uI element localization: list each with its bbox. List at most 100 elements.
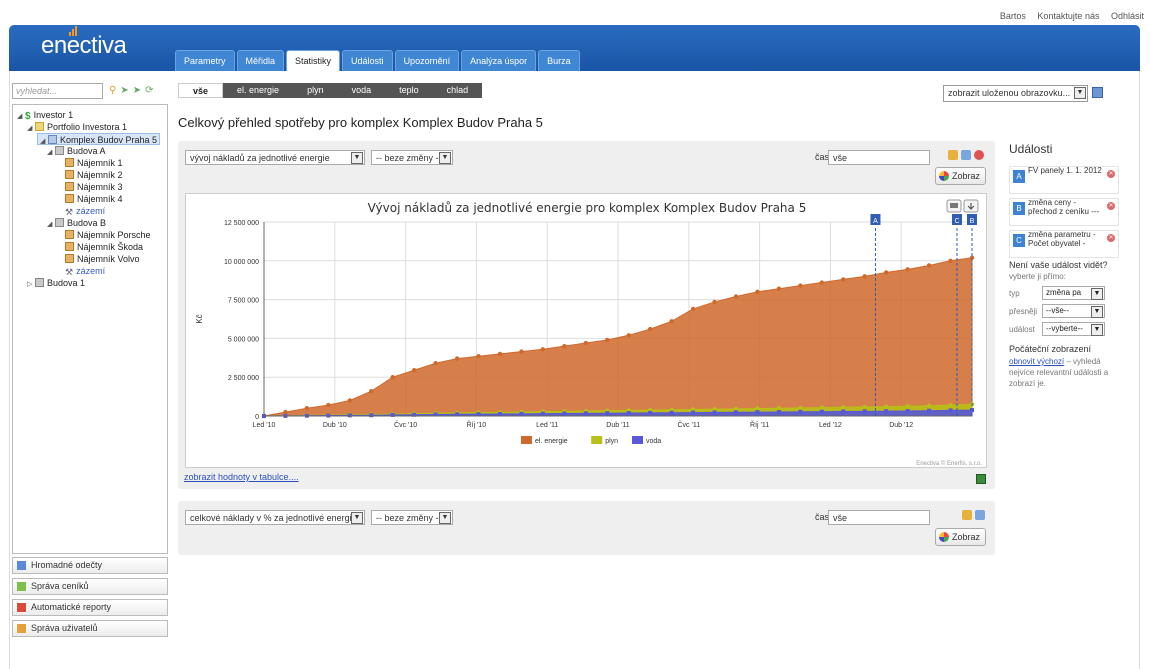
tree-item[interactable]: ⚒ zázemí [65,205,105,217]
tool-icon: ⚒ [65,267,74,277]
tree-item[interactable]: ◢ Portfolio Investora 1 [27,121,127,133]
chart-type-icon[interactable] [961,150,971,160]
edit-icon[interactable] [962,510,972,520]
search-icon[interactable]: ⚲ [109,85,116,96]
refresh-icon[interactable]: ⟳ [145,85,153,96]
tree-item[interactable]: Nájemník Škoda [65,241,143,253]
time-input[interactable]: vše [828,150,930,165]
tenant-icon [65,182,74,191]
tab-burza[interactable]: Burza [538,50,580,71]
expand-arrow-icon[interactable]: ◢ [47,219,55,231]
tree-item[interactable]: Nájemník Porsche [65,229,151,241]
sidebar-button[interactable]: Správa ceníků [12,578,168,595]
show-button[interactable]: Zobraz [935,167,987,185]
show-button-2[interactable]: Zobraz [935,528,987,546]
filter-tab[interactable]: voda [337,83,386,98]
change-select[interactable]: -- beze změny - ▼ [371,150,453,165]
event-item[interactable]: Czměna parametru - Počet obyvatel - ✕ [1009,230,1119,258]
energy-filter-tabs: vše el. energie plyn voda teplo chlad [178,83,483,98]
chart-type-select[interactable]: vývoj nákladů za jednotlivé energie ▼ [185,150,365,165]
tab-měřidla[interactable]: Měřidla [236,50,285,71]
data-point [712,299,717,305]
legend-swatch[interactable] [591,436,603,444]
close-icon[interactable] [974,150,984,160]
data-point [948,258,953,263]
tree-item-label: Budova 1 [47,278,86,288]
search-input[interactable]: vyhledat... [12,83,103,99]
data-point [927,408,932,413]
tree-item[interactable]: Nájemník 2 [65,169,123,181]
change-select-2[interactable]: -- beze změny - ▼ [371,510,453,525]
tenant-icon [65,170,74,179]
legend-label[interactable]: plyn [605,438,618,445]
data-point [819,280,825,285]
expand-arrow-icon[interactable]: ◢ [17,111,25,123]
tree-item[interactable]: ◢ $ Investor 1 [17,109,73,123]
data-point [841,277,846,282]
tree-item[interactable]: ⚒ zázemí [65,265,105,277]
chart-type-icon[interactable] [975,510,985,520]
event-filter-select[interactable]: --vše-- ▼ [1042,304,1105,318]
edit-icon[interactable] [948,150,958,160]
tab-upozornění[interactable]: Upozornění [394,50,460,71]
page-title: Celkový přehled spotřeby pro komplex Kom… [178,115,543,130]
tab-statistiky[interactable]: Statistiky [286,50,341,71]
filter-tab[interactable]: plyn [293,83,338,98]
tree-item[interactable]: ▷ Budova 1 [27,277,85,289]
legend-label[interactable]: voda [646,438,661,445]
event-filter-select[interactable]: změna pa ▼ [1042,286,1105,300]
data-point [776,406,782,411]
legend-swatch[interactable] [632,436,643,444]
event-filter-select[interactable]: --vyberte-- ▼ [1042,322,1105,336]
time-input-2[interactable]: vše [828,510,930,525]
tab-události[interactable]: Události [342,50,393,71]
tree-item-label: Nájemník 4 [77,194,123,204]
logout-link[interactable]: Odhlásit [1111,11,1144,21]
print-icon[interactable] [946,199,962,213]
filter-tab[interactable]: vše [178,83,224,98]
expand-arrow-icon[interactable]: ◢ [47,147,55,159]
y-axis-label: Kč [195,314,204,323]
tenant-icon [65,254,74,263]
restore-default-link[interactable]: obnovit výchozí [1009,357,1064,366]
sidebar-button[interactable]: Správa uživatelů [12,620,168,637]
tree-item[interactable]: Nájemník 3 [65,181,123,193]
contact-link[interactable]: Kontaktujte nás [1037,11,1099,21]
x-tick-label: Led '10 [253,422,276,429]
collapse-arrow-icon[interactable]: ▷ [27,279,35,291]
event-filters: typ změna pa ▼ přesněji --vše-- ▼ událost --vyb… [1009,286,1119,338]
event-item[interactable]: Bzměna ceny - přechod z ceníku --- ✕ [1009,198,1119,226]
tab-analýza-úspor[interactable]: Analýza úspor [461,50,537,71]
tab-parametry[interactable]: Parametry [175,50,235,71]
tree-item[interactable]: ◢ Budova A [47,145,106,157]
legend-label[interactable]: el. energie [535,438,568,445]
expand-tree-icon[interactable]: ➤ [120,85,128,96]
user-link[interactable]: Bartos [1000,11,1026,21]
download-icon[interactable] [963,199,979,213]
excel-export-icon[interactable] [976,474,986,484]
legend-swatch[interactable] [521,436,532,444]
chart-type-select-2[interactable]: celkové náklady v % za jednotlivé energi… [185,510,365,525]
data-point [905,409,910,414]
filter-tab[interactable]: chlad [432,83,483,98]
filter-tab[interactable]: teplo [385,83,433,98]
tree-item-selected[interactable]: ◢ Komplex Budov Praha 5 [37,133,161,145]
tree-item[interactable]: Nájemník 1 [65,157,123,169]
collapse-tree-icon[interactable]: ➤ [133,85,141,96]
save-view-icon[interactable] [1092,87,1103,98]
expand-arrow-icon[interactable]: ◢ [27,123,35,135]
data-point [390,375,395,380]
filter-tab[interactable]: el. energie [223,83,294,98]
tree-item[interactable]: ◢ Budova B [47,217,106,229]
tree-item[interactable]: Nájemník 4 [65,193,123,205]
remove-event-icon[interactable]: ✕ [1107,170,1115,178]
event-item[interactable]: A FV panely 1. 1. 2012 ✕ [1009,166,1119,194]
show-table-link[interactable]: zobrazit hodnoty v tabulce.... [184,472,299,482]
portfolio-icon [35,122,44,131]
tree-item[interactable]: Nájemník Volvo [65,253,140,265]
sidebar-button[interactable]: Automatické reporty [12,599,168,616]
saved-view-select[interactable]: zobrazit uloženou obrazovku... ▼ [943,85,1088,102]
remove-event-icon[interactable]: ✕ [1107,202,1115,210]
remove-event-icon[interactable]: ✕ [1107,234,1115,242]
sidebar-button[interactable]: Hromadné odečty [12,557,168,574]
